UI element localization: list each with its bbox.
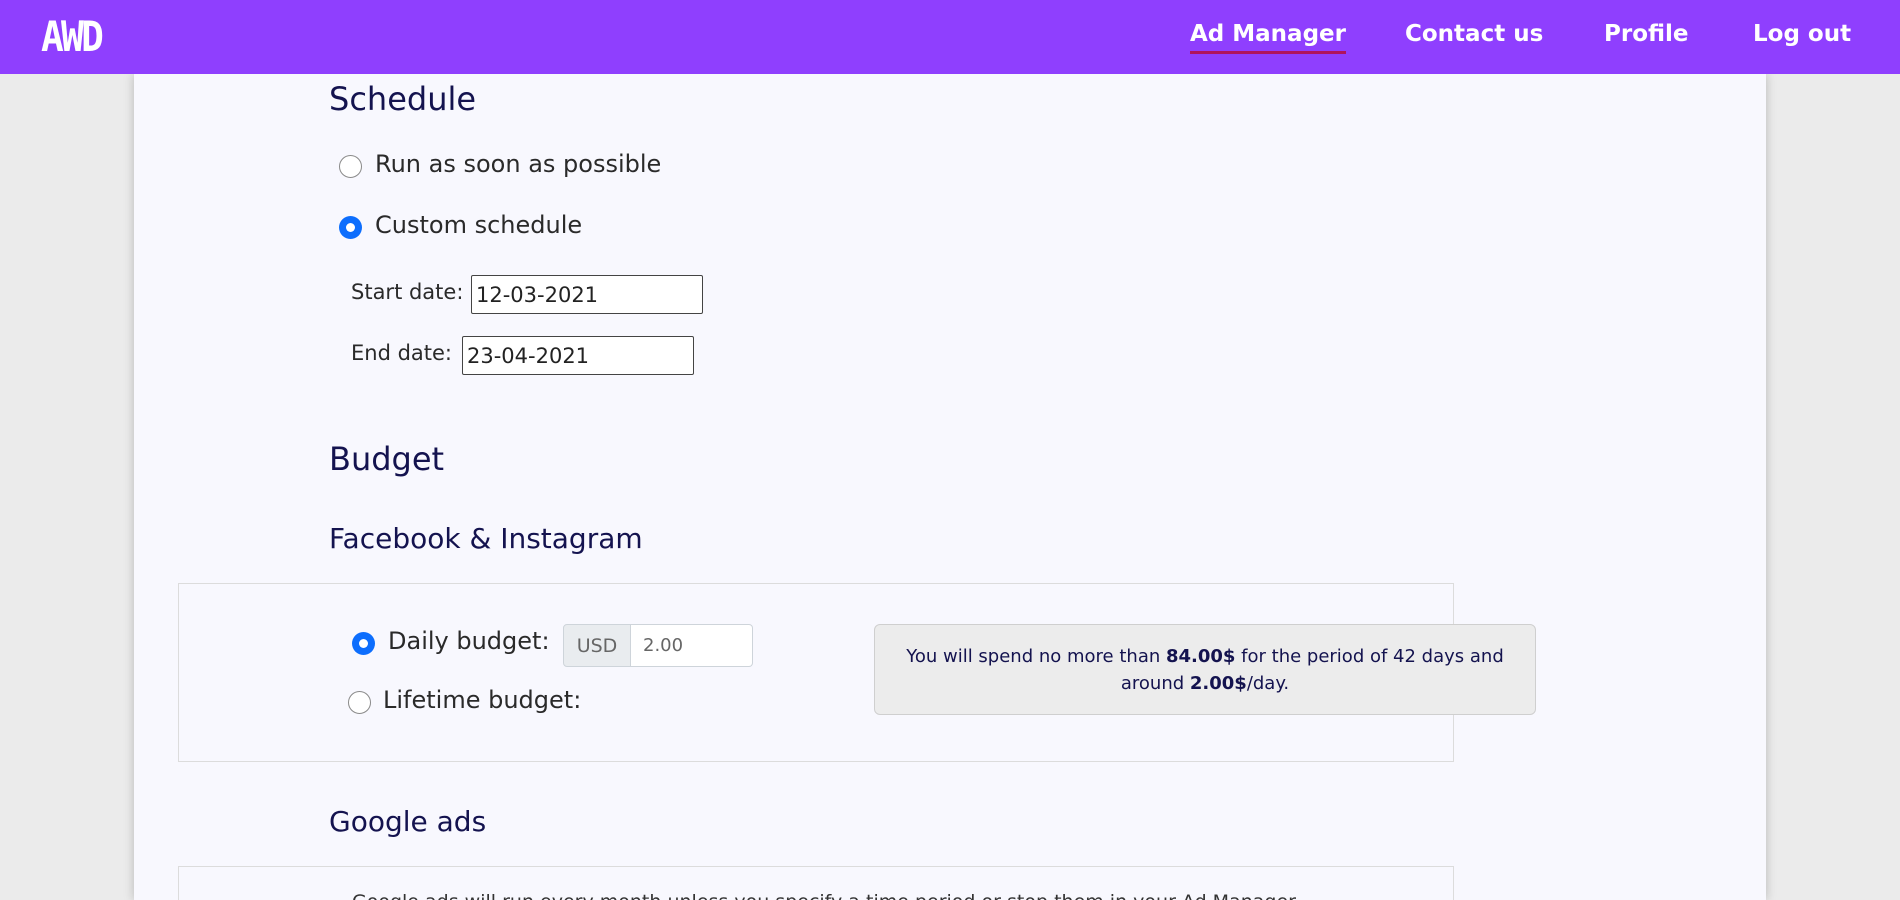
currency-addon: USD xyxy=(563,624,631,667)
lifetime-budget-radio[interactable] xyxy=(348,691,371,714)
schedule-custom-radio[interactable] xyxy=(339,216,362,239)
schedule-asap-radio[interactable] xyxy=(339,155,362,178)
budget-heading: Budget xyxy=(329,440,445,478)
spend-text: You will spend no more than xyxy=(906,646,1166,667)
google-ads-note: Google ads will run every month unless y… xyxy=(352,891,1300,900)
spend-total: 84.00$ xyxy=(1165,646,1236,667)
top-navbar: AWD Ad Manager Contact us Profile Log ou… xyxy=(0,0,1900,74)
facebook-instagram-heading: Facebook & Instagram xyxy=(329,522,643,555)
daily-budget-input-group: USD xyxy=(563,624,753,667)
schedule-custom-label[interactable]: Custom schedule xyxy=(375,211,582,239)
daily-budget-amount-input[interactable] xyxy=(631,624,753,667)
nav-link-profile[interactable]: Profile xyxy=(1604,18,1689,54)
spend-summary-line-2: around 2.00$/day. xyxy=(875,670,1535,697)
daily-budget-label[interactable]: Daily budget: xyxy=(388,627,550,655)
nav-link-ad-manager[interactable]: Ad Manager xyxy=(1190,18,1346,54)
schedule-heading: Schedule xyxy=(329,80,477,118)
end-date-label: End date: xyxy=(351,341,453,365)
nav-link-contact[interactable]: Contact us xyxy=(1405,18,1543,54)
lifetime-budget-label[interactable]: Lifetime budget: xyxy=(383,686,581,714)
schedule-asap-label[interactable]: Run as soon as possible xyxy=(375,150,661,178)
content-card xyxy=(134,74,1766,900)
brand-logo[interactable]: AWD xyxy=(41,14,104,60)
spend-around: around xyxy=(1120,673,1190,694)
daily-budget-radio[interactable] xyxy=(352,632,375,655)
end-date-input[interactable] xyxy=(462,336,694,375)
start-date-input[interactable] xyxy=(471,275,703,314)
spend-summary-box: You will spend no more than 84.00$ for t… xyxy=(874,624,1536,715)
spend-per-day: /day. xyxy=(1246,673,1290,694)
nav-link-logout[interactable]: Log out xyxy=(1753,18,1851,54)
start-date-label: Start date: xyxy=(351,280,464,304)
spend-daily: 2.00$ xyxy=(1189,673,1247,694)
google-ads-heading: Google ads xyxy=(329,805,487,838)
spend-summary-line-1: You will spend no more than 84.00$ for t… xyxy=(875,643,1535,670)
spend-period: for the period of 42 days and xyxy=(1235,646,1504,667)
